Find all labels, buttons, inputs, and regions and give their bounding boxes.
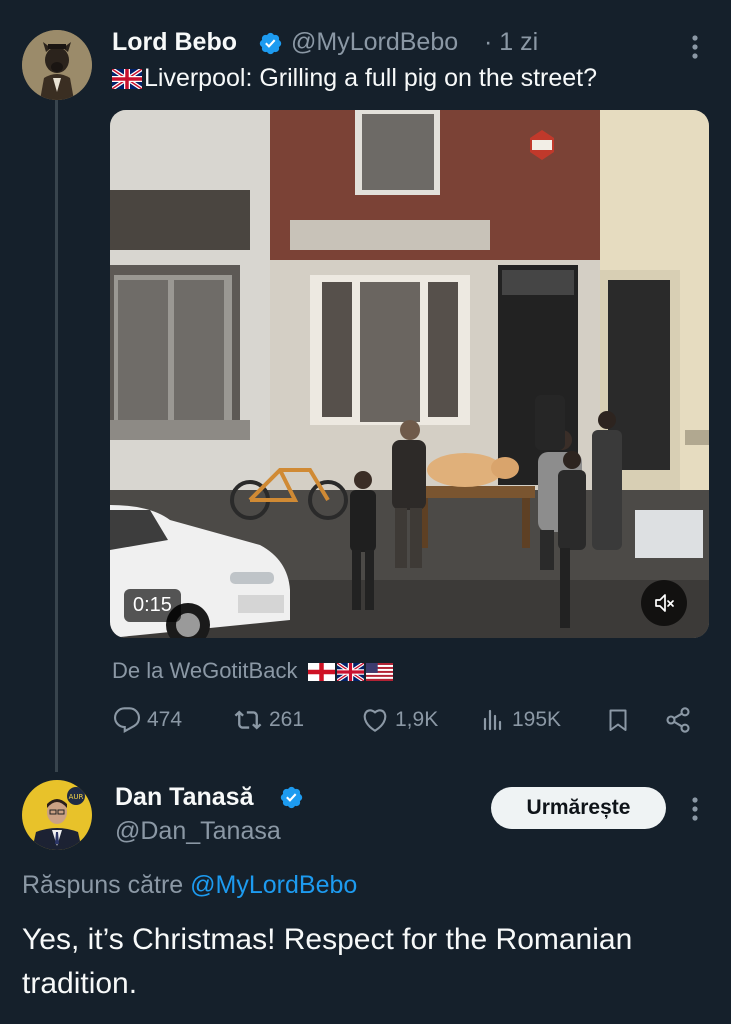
tweet-text-content: Liverpool: Grilling a full pig on the st… bbox=[144, 64, 598, 92]
source-prefix: De la bbox=[112, 658, 164, 683]
repost-count: 261 bbox=[269, 708, 305, 731]
timestamp[interactable]: · 1 zi bbox=[484, 28, 538, 57]
views-action[interactable]: 195K bbox=[482, 706, 561, 734]
heart-icon bbox=[363, 709, 387, 732]
video-source[interactable]: De la WeGotitBack bbox=[112, 658, 393, 684]
source-flags bbox=[307, 663, 393, 681]
verified-badge-icon bbox=[259, 32, 282, 55]
repost-icon bbox=[234, 710, 262, 730]
views-chart-icon bbox=[483, 709, 502, 731]
reply-icon bbox=[113, 707, 141, 733]
svg-text:AUR: AUR bbox=[69, 793, 84, 801]
verified-badge-icon bbox=[280, 786, 303, 809]
share-icon bbox=[666, 707, 690, 733]
author-name[interactable]: Lord Bebo bbox=[112, 28, 237, 57]
mute-button[interactable] bbox=[641, 580, 687, 626]
author-handle[interactable]: @MyLordBebo bbox=[291, 28, 458, 57]
lord-bebo-avatar[interactable] bbox=[22, 30, 92, 100]
uk-flag-icon bbox=[336, 663, 364, 681]
repost-action[interactable]: 261 bbox=[233, 706, 304, 734]
bookmark-action[interactable] bbox=[606, 706, 630, 734]
thread-connector-line bbox=[55, 100, 58, 772]
source-name[interactable]: WeGotitBack bbox=[169, 658, 297, 683]
video-thumbnail bbox=[110, 110, 709, 638]
dan-tanasa-avatar[interactable]: AUR bbox=[22, 780, 92, 850]
views-count: 195K bbox=[512, 708, 562, 731]
england-flag-icon bbox=[307, 663, 335, 681]
replying-to-prefix: Răspuns către bbox=[22, 871, 184, 899]
reply-action[interactable]: 474 bbox=[113, 706, 182, 734]
replying-to: Răspuns către @MyLordBebo bbox=[22, 871, 357, 900]
thread-view: Lord Bebo @MyLordBebo · 1 zi Liverpool: … bbox=[0, 0, 731, 1024]
reply-author-handle[interactable]: @Dan_Tanasa bbox=[115, 817, 281, 846]
reply-text: Yes, it’s Christmas! Respect for the Rom… bbox=[22, 923, 633, 1000]
more-options-icon[interactable] bbox=[691, 34, 699, 60]
us-flag-icon bbox=[365, 663, 393, 681]
more-options-icon[interactable] bbox=[691, 796, 699, 822]
tweet-video[interactable] bbox=[110, 110, 709, 638]
uk-flag-icon bbox=[112, 69, 142, 89]
video-duration: 0:15 bbox=[124, 589, 181, 622]
like-action[interactable]: 1,9K bbox=[361, 706, 438, 734]
speaker-muted-icon bbox=[655, 594, 674, 612]
reply-count: 474 bbox=[147, 708, 183, 731]
share-action[interactable] bbox=[664, 706, 692, 734]
tweet-text: Liverpool: Grilling a full pig on the st… bbox=[112, 64, 597, 93]
like-count: 1,9K bbox=[395, 708, 439, 731]
reply-author-name[interactable]: Dan Tanasă bbox=[115, 783, 253, 812]
bookmark-icon bbox=[609, 709, 627, 731]
replying-to-mention[interactable]: @MyLordBebo bbox=[190, 871, 357, 899]
follow-button[interactable]: Urmărește bbox=[491, 787, 666, 829]
